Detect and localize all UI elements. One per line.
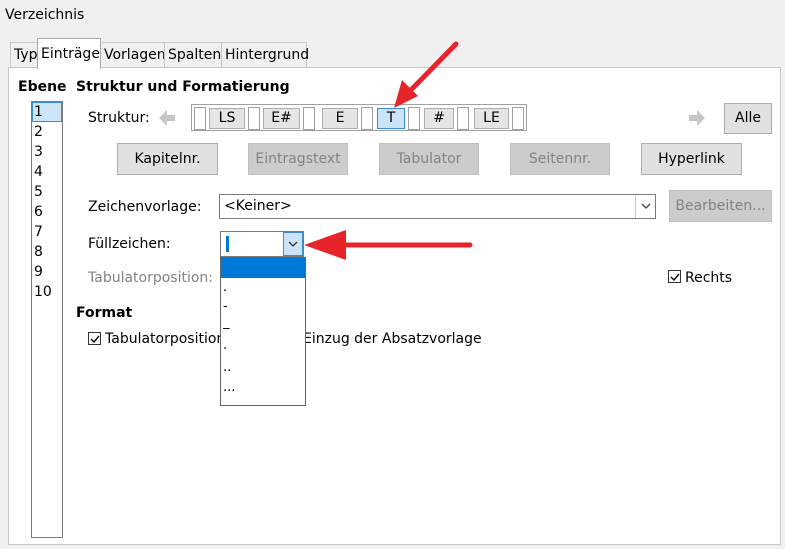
structure-label: Struktur: [88, 110, 150, 126]
level-item[interactable]: 8 [32, 242, 62, 262]
fill-char-select[interactable] [220, 231, 304, 257]
checkmark-icon [90, 335, 100, 344]
fill-char-option[interactable]: _ [221, 316, 305, 338]
annotation-arrow-icon [394, 41, 459, 108]
level-item[interactable]: 10 [32, 282, 62, 302]
level-item[interactable]: 6 [32, 202, 62, 222]
entry-text-button[interactable]: Eintragstext [248, 143, 348, 175]
structure-gap[interactable] [512, 107, 524, 130]
hyperlink-button[interactable]: Hyperlink [641, 143, 742, 175]
fill-char-option[interactable]: ... [221, 378, 305, 398]
structure-editor[interactable]: LS E# E T # LE [191, 104, 527, 131]
right-align-label: Rechts [685, 270, 733, 286]
right-align-checkbox[interactable] [668, 270, 681, 283]
tab-stop-button[interactable]: Tabulator [379, 143, 479, 175]
fill-char-label: Füllzeichen: [88, 236, 171, 252]
structure-token-le[interactable]: LE [474, 108, 509, 129]
tab-vorlagen[interactable]: Vorlagen [100, 42, 166, 68]
char-style-value: <Keiner> [224, 198, 292, 214]
relative-tab-checkbox[interactable] [88, 332, 101, 345]
fill-char-option[interactable]: · [221, 338, 305, 358]
tab-spalten[interactable]: Spalten [164, 42, 222, 68]
char-style-dropdown-button[interactable] [635, 195, 655, 218]
tab-typ[interactable]: Typ [10, 42, 38, 68]
level-item[interactable]: 9 [32, 262, 62, 282]
fill-char-option[interactable] [221, 258, 305, 278]
scroll-right-icon[interactable] [686, 107, 708, 129]
relative-tab-label-start: Tabulatorposition [105, 331, 226, 347]
structure-token-ls[interactable]: LS [209, 108, 245, 129]
fill-char-option[interactable]: .. [221, 358, 305, 378]
structure-token-e[interactable]: E [322, 108, 358, 129]
level-heading: Ebene [18, 79, 67, 95]
level-item[interactable]: 4 [32, 162, 62, 182]
page-number-button[interactable]: Seitennr. [510, 143, 610, 175]
structure-gap[interactable] [361, 107, 373, 130]
format-section-title: Format [76, 305, 133, 321]
level-item[interactable]: 1 [32, 102, 62, 122]
fill-char-option[interactable]: - [221, 298, 305, 318]
fill-char-dropdown-list[interactable]: . - _ · .. ... [220, 257, 306, 406]
char-style-select[interactable]: <Keiner> [219, 194, 656, 219]
window-title: Verzeichnis [5, 7, 85, 23]
structure-gap[interactable] [248, 107, 260, 130]
fill-char-option[interactable]: . [221, 278, 305, 298]
tab-eintraege[interactable]: Einträge [37, 38, 101, 69]
structure-token-e-number[interactable]: E# [263, 108, 300, 129]
level-item[interactable]: 7 [32, 222, 62, 242]
structure-gap[interactable] [194, 107, 206, 130]
tab-hintergrund[interactable]: Hintergrund [221, 42, 309, 68]
edit-char-style-button[interactable]: Bearbeiten... [669, 190, 772, 222]
scroll-left-icon[interactable] [156, 107, 178, 129]
tab-position-label: Tabulatorposition: [88, 270, 214, 286]
level-item[interactable]: 2 [32, 122, 62, 142]
fill-char-value-highlight [226, 236, 229, 252]
level-item[interactable]: 3 [32, 142, 62, 162]
annotation-arrow-icon [304, 230, 473, 260]
structure-section-title: Struktur und Formatierung [76, 79, 290, 95]
chevron-down-icon [641, 203, 651, 209]
structure-gap[interactable] [303, 107, 315, 130]
level-list[interactable]: 1 2 3 4 5 6 7 8 9 10 [31, 101, 63, 538]
all-levels-button[interactable]: Alle [724, 103, 772, 134]
chapter-number-button[interactable]: Kapitelnr. [117, 143, 218, 175]
relative-tab-label-end: Einzug der Absatzvorlage [303, 331, 482, 347]
char-style-label: Zeichenvorlage: [88, 199, 202, 215]
checkmark-icon [670, 273, 680, 282]
level-item[interactable]: 5 [32, 182, 62, 202]
